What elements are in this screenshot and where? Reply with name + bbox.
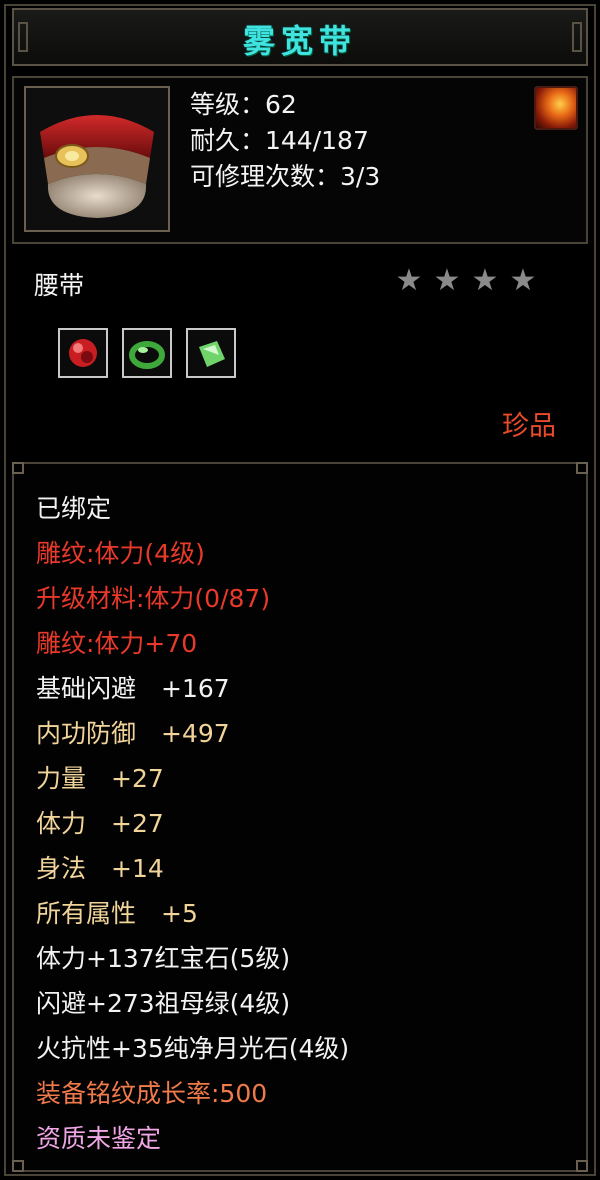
attribute-line: 火抗性+35纯净月光石(4级) [36,1034,350,1063]
attribute-line: 升级材料:体力(0/87) [36,584,271,613]
item-repair-count: 可修理次数：3/3 [190,162,381,191]
rarity-label: 珍品 [502,411,556,442]
attribute-line: 闪避+273祖母绿(4级) [36,989,291,1018]
flame-badge-icon [534,86,578,130]
attribute-line: 雕纹:体力(4级) [36,539,205,568]
title-ornament-right [572,22,582,52]
corner-ornament [576,462,588,474]
emerald-gem-icon[interactable] [186,328,236,378]
title-bar: 雾宽带 [12,8,588,66]
attribute-line: 内功防御 +497 [36,719,230,748]
gem-sockets [58,328,236,378]
attribute-line: 体力 +27 [36,809,164,838]
attribute-line: 体力+137红宝石(5级) [36,944,291,973]
attribute-line: 力量 +27 [36,764,164,793]
star-icon: ★ [395,263,423,298]
item-level: 等级：62 [190,90,297,119]
attribute-line: 雕纹:体力+70 [36,629,198,658]
attribute-line: 已绑定 [36,494,112,523]
corner-ornament [576,1160,588,1172]
jade-ring-icon[interactable] [122,328,172,378]
attribute-line: 装备铭纹成长率:500 [36,1079,268,1108]
star-icon: ★ [433,263,461,298]
attribute-line: 基础闪避 +167 [36,674,230,703]
ruby-gem-icon[interactable] [58,328,108,378]
belt-item-icon[interactable] [24,86,170,232]
attributes-panel: 已绑定雕纹:体力(4级) 升级材料:体力(0/87) 雕纹:体力+70 基础闪避 +1… [12,462,588,1172]
star-rating: ★ ★ ★ ★ [394,266,538,296]
attribute-line: 身法 +14 [36,854,164,883]
star-icon: ★ [509,263,537,298]
item-name: 雾宽带 [242,22,357,60]
item-info-panel: 等级：62 耐久：144/187 可修理次数：3/3 [12,76,588,244]
corner-ornament [12,1160,24,1172]
attribute-line: 资质未鉴定 [36,1124,162,1153]
attribute-line: 所有属性 +5 [36,899,198,928]
item-type: 腰带 [34,271,85,300]
star-icon: ★ [471,263,499,298]
item-durability: 耐久：144/187 [190,126,369,155]
corner-ornament [12,462,24,474]
